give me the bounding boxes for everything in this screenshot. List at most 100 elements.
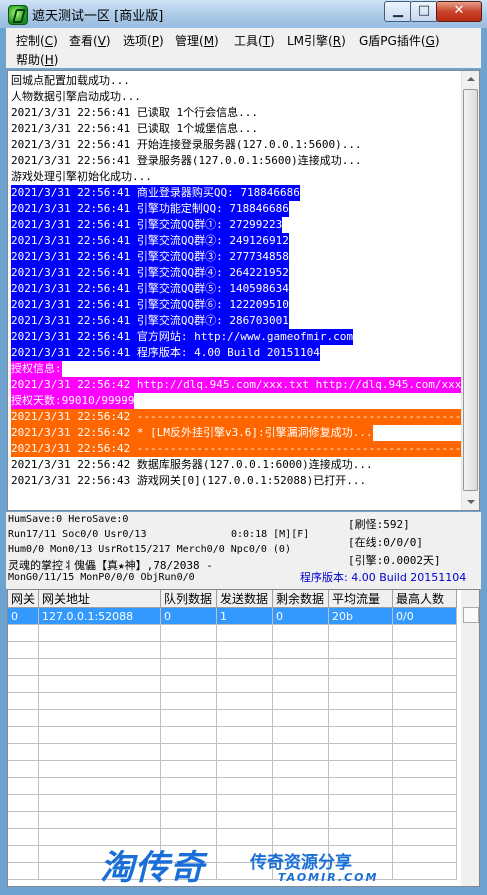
title-bar[interactable]: 遮天测试一区 [商业版] ▁ □ ✕	[0, 0, 487, 28]
table-row[interactable]	[8, 744, 457, 761]
log-line: 授权信息:	[11, 361, 62, 377]
table-cell	[8, 846, 39, 863]
log-line: 2021/3/31 22:56:41 引擎交流QQ群②: 249126912	[11, 233, 289, 249]
table-cell	[39, 642, 161, 659]
minimize-button[interactable]: ▁	[384, 1, 412, 22]
table-cell	[8, 795, 39, 812]
table-cell: 1	[217, 608, 273, 625]
table-cell	[393, 676, 457, 693]
menu-options[interactable]: 选项(P)	[123, 32, 164, 49]
table-cell	[329, 693, 393, 710]
scroll-thumb[interactable]	[463, 89, 478, 491]
table-cell	[273, 727, 329, 744]
table-row[interactable]	[8, 676, 457, 693]
table-cell	[273, 625, 329, 642]
scroll-down-icon[interactable]	[462, 493, 479, 510]
table-row[interactable]: 0 127.0.0.1:52088 0 1 0 20b 0/0	[8, 608, 457, 625]
status-monster: 灵魂的掌控丬傀儡【真★神】,78/2038 -	[8, 559, 213, 572]
table-row[interactable]	[8, 659, 457, 676]
menu-control[interactable]: 控制(C)	[16, 32, 58, 49]
log-line: 2021/3/31 22:56:41 已读取 1个行会信息...	[11, 106, 258, 119]
log-panel[interactable]: 回城点配置加载成功... 人物数据引擎启动成功... 2021/3/31 22:56…	[7, 70, 480, 511]
header-col-sent[interactable]: 发送数据	[217, 590, 273, 608]
table-cell	[393, 829, 457, 846]
table-row[interactable]	[8, 778, 457, 795]
menu-gdun-plugin[interactable]: G盾PG插件(G)	[359, 32, 440, 49]
close-icon: ✕	[453, 3, 465, 18]
table-scrollbar[interactable]	[461, 590, 479, 886]
table-cell	[393, 761, 457, 778]
header-col-avg-traffic[interactable]: 平均流量	[329, 590, 393, 608]
status-run: Run17/11 Soc0/0 Usr0/13	[8, 529, 147, 540]
log-scrollbar[interactable]	[461, 71, 479, 510]
table-cell	[217, 727, 273, 744]
table-scroll-thumb[interactable]	[463, 607, 479, 623]
table-cell	[393, 778, 457, 795]
table-cell	[217, 642, 273, 659]
table-cell	[161, 676, 217, 693]
menu-help[interactable]: 帮助(H)	[16, 51, 58, 68]
table-cell	[329, 761, 393, 778]
table-row[interactable]	[8, 625, 457, 642]
table-cell	[217, 625, 273, 642]
table-row[interactable]	[8, 812, 457, 829]
scroll-up-icon[interactable]	[462, 71, 479, 88]
status-hum: Hum0/0 Mon0/13 UsrRot15/217 Merch0/0 Npc…	[8, 544, 291, 555]
table-cell	[273, 693, 329, 710]
table-cell	[217, 693, 273, 710]
table-cell	[273, 761, 329, 778]
header-col-address[interactable]: 网关地址	[39, 590, 161, 608]
table-cell	[329, 676, 393, 693]
menu-manage[interactable]: 管理(M)	[175, 32, 219, 49]
table-row[interactable]	[8, 693, 457, 710]
menu-view[interactable]: 查看(V)	[69, 32, 111, 49]
table-cell	[273, 778, 329, 795]
table-cell	[217, 659, 273, 676]
header-col-queue[interactable]: 队列数据	[161, 590, 217, 608]
table-cell	[273, 795, 329, 812]
table-row[interactable]	[8, 642, 457, 659]
status-uptime: 0:0:18 [M][F]	[231, 529, 310, 540]
table-row[interactable]	[8, 727, 457, 744]
table-cell	[329, 710, 393, 727]
log-line: 2021/3/31 22:56:41 已读取 1个城堡信息...	[11, 122, 258, 135]
close-button[interactable]: ✕	[436, 1, 482, 22]
table-cell	[8, 761, 39, 778]
status-humsave: HumSave:0 HeroSave:0	[8, 514, 129, 525]
status-online: [在线:0/0/0]	[348, 536, 423, 549]
table-cell	[273, 744, 329, 761]
header-col-max-users[interactable]: 最高人数	[393, 590, 457, 608]
status-panel: HumSave:0 HeroSave:0 Run17/11 Soc0/0 Usr…	[6, 512, 481, 589]
menu-lm-engine[interactable]: LM引擎(R)	[287, 32, 346, 49]
table-cell	[393, 863, 457, 880]
table-row[interactable]	[8, 761, 457, 778]
log-line: 回城点配置加载成功...	[11, 74, 130, 87]
table-cell	[217, 710, 273, 727]
table-cell	[329, 642, 393, 659]
table-cell	[329, 812, 393, 829]
table-cell	[217, 744, 273, 761]
table-row[interactable]	[8, 710, 457, 727]
table-cell	[39, 676, 161, 693]
menu-tools[interactable]: 工具(T)	[234, 32, 275, 49]
header-col-gateway[interactable]: 网关	[8, 590, 39, 608]
table-cell	[329, 625, 393, 642]
watermark-logo: 淘传奇 传奇资源分享 TAOMIR.COM	[100, 840, 400, 890]
table-cell	[329, 795, 393, 812]
table-cell	[393, 659, 457, 676]
table-cell	[161, 642, 217, 659]
table-cell	[39, 659, 161, 676]
table-cell	[39, 710, 161, 727]
log-line: 2021/3/31 22:56:41 官方网站: http://www.game…	[11, 329, 354, 345]
table-cell: 127.0.0.1:52088	[39, 608, 161, 625]
table-cell	[161, 727, 217, 744]
table-cell	[273, 812, 329, 829]
table-cell	[8, 863, 39, 880]
table-cell	[39, 795, 161, 812]
log-line: 2021/3/31 22:56:41 商业登录器购买QQ: 718846686	[11, 185, 300, 201]
table-cell	[393, 710, 457, 727]
maximize-button[interactable]: □	[410, 1, 438, 22]
table-row[interactable]	[8, 795, 457, 812]
header-col-remaining[interactable]: 剩余数据	[273, 590, 329, 608]
table-cell	[329, 727, 393, 744]
